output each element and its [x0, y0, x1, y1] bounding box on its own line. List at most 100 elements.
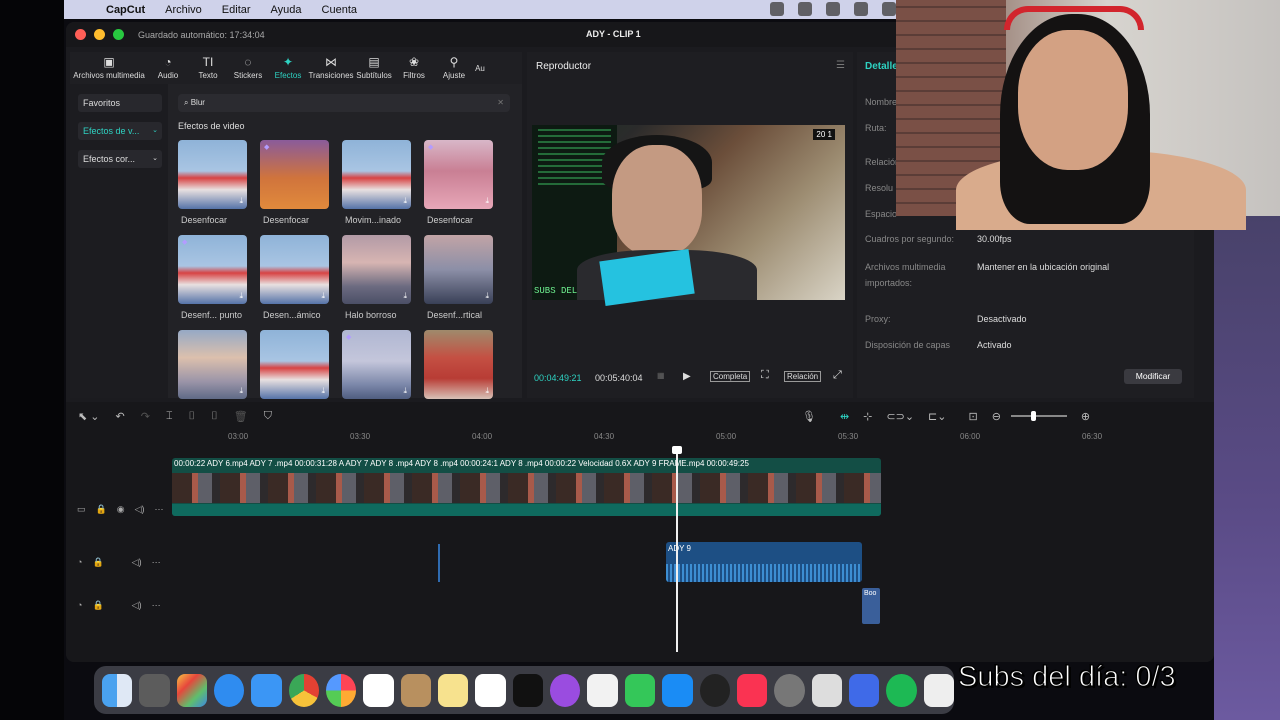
audio-clip[interactable]: ADY 9	[666, 542, 862, 582]
clear-search-icon[interactable]: ✕	[497, 94, 504, 112]
lock-icon[interactable]: 🔒	[92, 557, 103, 568]
shield-icon[interactable]: ⛉	[264, 410, 272, 423]
snap-icon[interactable]: ⊹	[863, 410, 872, 423]
sidebar-item-favorites[interactable]: Favoritos	[78, 94, 162, 112]
sidebar-item-body-effects[interactable]: Efectos cor... ⌄	[78, 150, 162, 168]
mute-icon[interactable]: ◁)	[135, 504, 145, 515]
maximize-window-icon[interactable]	[113, 29, 124, 40]
appletv-icon[interactable]	[512, 673, 544, 707]
fullscreen-icon[interactable]: ⤢	[833, 369, 842, 382]
modify-button[interactable]: Modificar	[1124, 369, 1182, 384]
chrome-icon[interactable]	[288, 673, 320, 707]
tool-filters[interactable]: ❀ Filtros	[394, 52, 434, 84]
play-icon[interactable]: ▶	[683, 371, 691, 382]
safari-icon[interactable]	[214, 673, 245, 707]
effect-card[interactable]: ⤓ Halo borroso	[342, 235, 411, 330]
link-icon[interactable]: ⇹	[840, 410, 849, 423]
display-icon[interactable]	[882, 2, 896, 16]
record-icon[interactable]	[770, 2, 784, 16]
more-icon[interactable]: ⋯	[152, 557, 161, 568]
sync-icon[interactable]	[798, 2, 812, 16]
trim-left-icon[interactable]: ⌷	[189, 410, 196, 423]
zoom-out-icon[interactable]: ⊖	[992, 410, 1001, 423]
effect-card[interactable]: ◆ ⤓ Desenf... punto	[178, 235, 247, 330]
music-icon[interactable]	[736, 673, 768, 707]
roblox-icon[interactable]	[848, 673, 880, 707]
menu-icon[interactable]: ☰	[836, 60, 845, 71]
eye-icon[interactable]: ◉	[117, 504, 125, 515]
video-preview[interactable]: 20 1 SUBS DEL	[532, 125, 845, 307]
zoom-slider[interactable]	[1010, 411, 1067, 421]
cover-icon[interactable]: ▭	[77, 504, 86, 515]
playhead[interactable]	[672, 446, 682, 652]
calendar-icon[interactable]	[363, 673, 394, 707]
notes-icon[interactable]	[438, 673, 469, 707]
launchpad-icon[interactable]	[139, 673, 170, 707]
tool-stickers[interactable]: ◌ Stickers	[228, 52, 268, 84]
mail-icon[interactable]	[251, 673, 282, 707]
capcut-dock-icon[interactable]	[923, 673, 954, 707]
podcasts-icon[interactable]	[550, 673, 581, 707]
undo-icon[interactable]: ↶	[116, 410, 125, 423]
zoom-in-icon[interactable]: ⊕	[1081, 410, 1090, 423]
effect-card[interactable]: ⤓ Desenf...rtical	[424, 235, 493, 330]
mute-icon[interactable]: ◁)	[132, 557, 142, 568]
tool-more[interactable]: Au	[474, 52, 486, 84]
effect-card[interactable]: ⤓ Desenfocar	[178, 140, 247, 235]
delete-icon[interactable]: 🗑	[234, 410, 248, 423]
capcut-icon[interactable]	[699, 673, 730, 707]
video-track[interactable]: 00:00:22 ADY 6.mp4 ADY 7 .mp4 00:00:31:2…	[172, 458, 881, 516]
freeform-icon[interactable]	[475, 673, 506, 707]
appstore-icon[interactable]	[662, 673, 693, 707]
menu-ayuda[interactable]: Ayuda	[271, 4, 302, 16]
reminders-icon[interactable]	[587, 673, 618, 707]
volume-icon[interactable]	[854, 2, 868, 16]
editor-icon[interactable]	[811, 673, 842, 707]
select-tool-icon[interactable]: ⬉ ⌄	[78, 410, 100, 423]
messages-icon[interactable]	[624, 673, 656, 707]
minimize-window-icon[interactable]	[94, 29, 105, 40]
trim-right-icon[interactable]: ⌷	[211, 410, 218, 423]
tool-effects[interactable]: ✦ Efectos	[268, 52, 308, 84]
details-tab[interactable]: Detalle	[865, 61, 898, 72]
effect-card[interactable]: ◆ Desenfocar	[260, 140, 329, 235]
mute-icon[interactable]: ◁)	[132, 600, 142, 611]
lock-icon[interactable]: 🔒	[96, 504, 107, 515]
sidebar-item-video-effects[interactable]: Efectos de v... ⌄	[78, 122, 162, 140]
chain-icon[interactable]: ⊂⊃⌄	[886, 410, 914, 423]
menu-app[interactable]: CapCut	[106, 4, 145, 16]
boom-audio-clip[interactable]: Boo	[862, 588, 880, 624]
tool-adjust[interactable]: ⚲ Ajuste	[434, 52, 474, 84]
ratio-button[interactable]: Relación	[784, 371, 822, 382]
menu-archivo[interactable]: Archivo	[165, 4, 202, 16]
effect-card[interactable]: ◆ ⤓ Desenfocar	[424, 140, 493, 235]
menu-editar[interactable]: Editar	[222, 4, 251, 16]
split-icon[interactable]: ⌶	[166, 410, 173, 423]
microphone-icon[interactable]: 🎙	[802, 410, 816, 423]
settings-icon[interactable]	[774, 673, 805, 707]
search-input[interactable]: ⌕ Blur ✕	[178, 94, 510, 112]
redo-icon[interactable]: ↷	[141, 410, 150, 423]
close-window-icon[interactable]	[75, 29, 86, 40]
tool-audio[interactable]: ◔ Audio	[148, 52, 188, 84]
effect-card[interactable]: ⤓ Movim...inado	[342, 140, 411, 235]
tool-subtitles[interactable]: ▤ Subtítulos	[354, 52, 394, 84]
preview-axis-icon[interactable]: ⊏⌄	[928, 410, 946, 423]
finder-icon[interactable]	[102, 673, 133, 707]
tool-text[interactable]: TI Texto	[188, 52, 228, 84]
more-icon[interactable]: ⋯	[155, 504, 164, 515]
spotify-icon[interactable]	[886, 673, 917, 707]
grid-icon[interactable]: ▦	[657, 371, 665, 380]
menu-cuenta[interactable]: Cuenta	[322, 4, 357, 16]
caption-icon[interactable]: ⊡	[968, 410, 977, 423]
upload-icon[interactable]	[826, 2, 840, 16]
photos-icon[interactable]	[326, 673, 357, 707]
lock-icon[interactable]: 🔒	[92, 600, 103, 611]
tool-transitions[interactable]: ⋈ Transiciones	[308, 52, 354, 84]
contacts-icon[interactable]	[400, 673, 432, 707]
more-icon[interactable]: ⋯	[152, 600, 161, 611]
snapshot-icon[interactable]: ⛶	[761, 369, 769, 382]
full-quality-button[interactable]: Completa	[710, 371, 751, 382]
effect-card[interactable]: ⤓ Desen...ámico	[260, 235, 329, 330]
apps-grid-icon[interactable]	[176, 673, 208, 707]
